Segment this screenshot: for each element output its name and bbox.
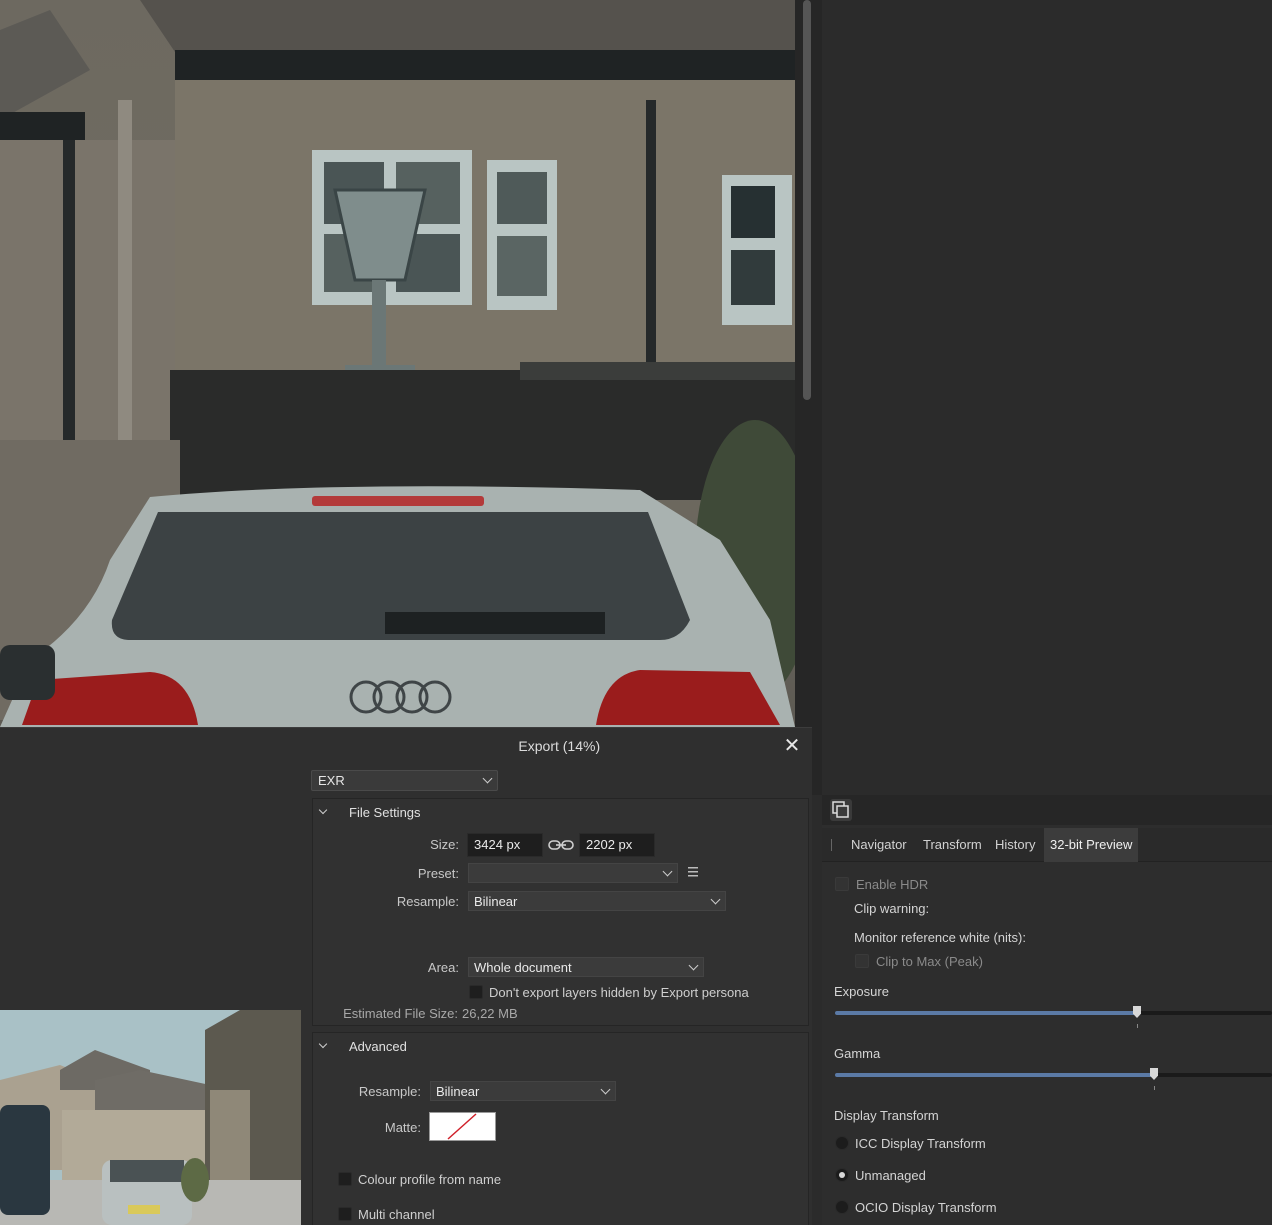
estimated-size-value: 26,22 MB xyxy=(462,1006,518,1021)
chevron-down-icon xyxy=(318,1039,328,1049)
icc-transform-radio[interactable] xyxy=(835,1136,849,1150)
layers-stack-icon[interactable] xyxy=(830,799,852,821)
dialog-title: Export (14%) xyxy=(518,738,601,754)
gamma-slider[interactable] xyxy=(835,1068,1272,1090)
clip-warning-label: Clip warning: xyxy=(854,901,930,916)
area-value: Whole document xyxy=(474,960,572,975)
hidden-layers-checkbox[interactable] xyxy=(469,985,483,999)
format-dropdown[interactable]: EXR xyxy=(311,770,498,791)
panel-tabbar: Navigator Transform History 32-bit Previ… xyxy=(822,828,1272,862)
exposure-fill xyxy=(835,1011,1137,1015)
preview-thumbnail xyxy=(0,1010,301,1225)
resample-label: Resample: xyxy=(396,894,459,909)
width-field[interactable]: 3424 px xyxy=(467,833,543,857)
tab-navigator[interactable]: Navigator xyxy=(851,828,907,862)
canvas-scrollbar-thumb[interactable] xyxy=(803,0,811,400)
display-transform-label: Display Transform xyxy=(834,1108,939,1123)
height-field[interactable]: 2202 px xyxy=(579,833,655,857)
advanced-resample-value: Bilinear xyxy=(436,1084,480,1099)
resample-dropdown[interactable]: Bilinear xyxy=(468,891,726,911)
link-icon[interactable] xyxy=(548,839,574,851)
exposure-tick xyxy=(1137,1024,1138,1028)
export-dialog: Export (14%) ✕ EXR File Settings Size: 3… xyxy=(0,727,812,1225)
unmanaged-radio[interactable] xyxy=(835,1168,849,1182)
preset-dropdown[interactable] xyxy=(468,863,678,883)
chevron-down-icon xyxy=(482,773,493,784)
advanced-header[interactable]: Advanced xyxy=(313,1033,808,1059)
unmanaged-label: Unmanaged xyxy=(855,1168,926,1183)
studio-panel: Navigator Transform History 32-bit Previ… xyxy=(822,795,1272,1225)
dialog-titlebar[interactable]: Export (14%) ✕ xyxy=(0,728,812,764)
advanced-section: Advanced Resample: Bilinear Matte: Colou… xyxy=(312,1032,809,1225)
close-icon[interactable]: ✕ xyxy=(781,736,803,758)
multi-channel-label: Multi channel xyxy=(358,1207,435,1222)
tab-divider xyxy=(831,839,832,851)
enable-hdr-checkbox[interactable] xyxy=(835,877,849,891)
size-label: Size: xyxy=(430,837,459,852)
clip-to-max-label: Clip to Max (Peak) xyxy=(876,954,983,969)
gamma-fill xyxy=(835,1073,1154,1077)
exposure-label: Exposure xyxy=(834,984,889,999)
advanced-resample-dropdown[interactable]: Bilinear xyxy=(430,1081,616,1101)
chevron-down-icon xyxy=(600,1084,611,1095)
hidden-layers-label: Don't export layers hidden by Export per… xyxy=(489,985,749,1000)
colour-profile-label: Colour profile from name xyxy=(358,1172,502,1187)
gamma-label: Gamma xyxy=(834,1046,881,1061)
section-title: Advanced xyxy=(349,1039,407,1054)
area-dropdown[interactable]: Whole document xyxy=(468,957,704,977)
clip-to-max-checkbox[interactable] xyxy=(855,954,869,968)
tab-32bit-preview[interactable]: 32-bit Preview xyxy=(1044,828,1139,862)
colour-profile-checkbox[interactable] xyxy=(338,1172,352,1186)
estimated-size-label: Estimated File Size: xyxy=(343,1006,458,1021)
photo-image xyxy=(0,0,795,727)
matte-label: Matte: xyxy=(384,1120,421,1135)
resample-value: Bilinear xyxy=(474,894,518,909)
enable-hdr-label: Enable HDR xyxy=(856,877,929,892)
monitor-ref-label: Monitor reference white (nits): xyxy=(854,930,1026,945)
exposure-thumb[interactable] xyxy=(1133,1006,1141,1018)
chevron-down-icon xyxy=(710,894,721,905)
panel-iconbar xyxy=(822,795,1272,825)
document-canvas[interactable] xyxy=(0,0,795,727)
advanced-resample-label: Resample: xyxy=(358,1084,421,1099)
file-settings-header[interactable]: File Settings xyxy=(313,799,808,825)
exposure-slider[interactable] xyxy=(835,1006,1272,1028)
multi-channel-checkbox[interactable] xyxy=(338,1207,352,1221)
menu-icon[interactable] xyxy=(688,867,700,877)
chevron-down-icon xyxy=(662,866,673,877)
area-label: Area: xyxy=(427,960,459,975)
chevron-down-icon xyxy=(318,805,328,815)
gamma-thumb[interactable] xyxy=(1150,1068,1158,1080)
format-value: EXR xyxy=(318,773,345,788)
ocio-transform-radio[interactable] xyxy=(835,1200,849,1214)
ocio-transform-label: OCIO Display Transform xyxy=(855,1200,997,1215)
file-settings-section: File Settings Size: 3424 px 2202 px Pres… xyxy=(312,798,809,1026)
icc-transform-label: ICC Display Transform xyxy=(855,1136,986,1151)
section-title: File Settings xyxy=(349,805,421,820)
chevron-down-icon xyxy=(688,960,699,971)
matte-swatch[interactable] xyxy=(429,1112,496,1141)
tab-transform[interactable]: Transform xyxy=(923,828,982,862)
gamma-tick xyxy=(1154,1086,1155,1090)
tab-history[interactable]: History xyxy=(995,828,1035,862)
export-preview xyxy=(0,764,301,1225)
right-empty-area xyxy=(822,0,1272,795)
preset-label: Preset: xyxy=(417,866,459,881)
